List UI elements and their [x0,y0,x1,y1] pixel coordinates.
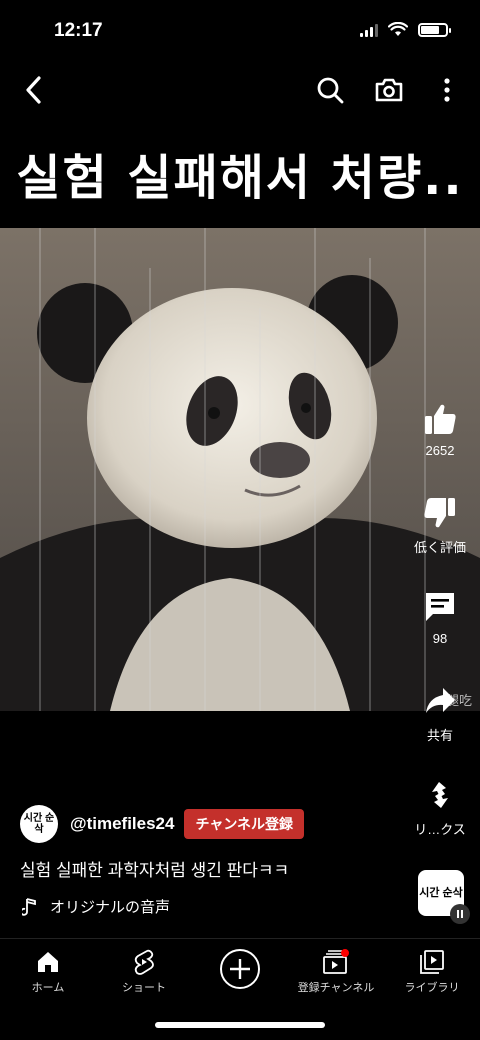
create-plus-icon [220,949,260,989]
nav-library-label: ライブラリ [404,982,460,994]
status-icons [360,22,451,37]
nav-home-label: ホーム [31,982,65,994]
channel-handle[interactable]: @timefiles24 [70,814,174,834]
status-time: 12:17 [54,20,103,41]
dislike-button[interactable]: 低く評価 [400,496,480,556]
nav-home[interactable]: ホーム [0,945,96,995]
share-icon [426,688,455,713]
channel-row: 시간 순삭 @timefiles24 チャンネル登録 [20,805,305,843]
wifi-icon [388,22,408,36]
thumbs-up-icon [425,404,456,434]
top-bar [0,64,480,116]
channel-avatar[interactable]: 시간 순삭 [20,805,58,843]
status-bar: 12:17 [0,0,480,60]
music-note-icon [22,897,36,916]
cellular-signal-icon [360,23,378,37]
share-button[interactable]: 共有 [400,684,480,744]
search-button[interactable] [310,70,350,110]
subscribe-button[interactable]: チャンネル登録 [184,809,305,839]
home-icon [38,952,58,972]
library-icon [420,950,444,974]
home-indicator[interactable] [155,1022,325,1028]
more-vert-icon [444,78,450,102]
back-button[interactable] [16,70,52,110]
pause-icon [450,904,470,924]
search-icon [317,77,344,104]
nav-subscriptions-label: 登録チャンネル [297,982,375,994]
shorts-icon [134,949,154,975]
comment-icon [426,593,454,621]
remix-button[interactable]: リ…クス [400,778,480,838]
video-title-overlay: 실험 실패해서 처량.. [16,150,464,206]
nav-shorts[interactable]: ショート [96,945,192,995]
share-label: 共有 [426,728,453,743]
nav-create[interactable] [192,945,288,993]
sound-row[interactable]: オリジナルの音声 [22,896,170,917]
nav-shorts-label: ショート [122,982,166,994]
sound-label: オリジナルの音声 [50,899,171,916]
comment-count: 98 [432,631,448,646]
more-options-button[interactable] [432,70,462,110]
thumbs-down-icon [424,498,455,528]
chevron-left-icon [26,76,41,104]
battery-icon [418,22,451,37]
camera-button[interactable] [368,70,410,110]
nav-subscriptions[interactable]: 登録チャンネル [288,945,384,995]
video-caption[interactable]: 실험 실패한 과학자처럼 생긴 판다ㅋㅋ [20,856,289,881]
battery-level [421,25,439,34]
remix-icon [432,782,448,808]
like-button[interactable]: 2652 [400,402,480,458]
dislike-label: 低く評価 [413,540,466,555]
nav-library[interactable]: ライブラリ [384,945,480,995]
camera-icon [375,78,403,102]
comments-button[interactable]: 98 [400,590,480,646]
subscriptions-icon [323,949,349,974]
like-count: 2652 [425,443,455,458]
remix-label: リ…クス [414,822,466,837]
